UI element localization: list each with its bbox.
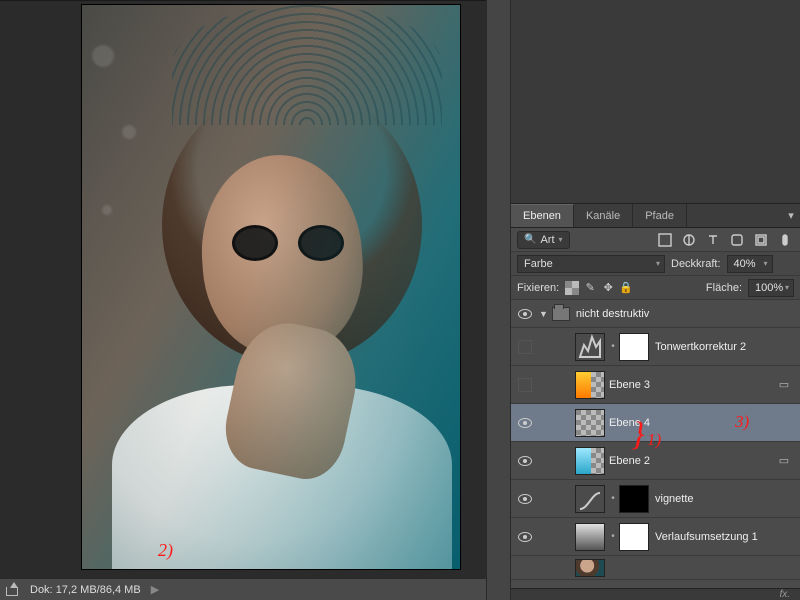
- layer-name[interactable]: Ebene 4: [609, 417, 794, 429]
- blend-opacity-row: Farbe ▾ Deckkraft: 40% ▾: [511, 252, 800, 276]
- lock-transparency-icon[interactable]: [565, 281, 579, 295]
- lock-all-icon[interactable]: 🔒: [619, 281, 633, 295]
- layers-panel-tabs: Ebenen Kanäle Pfade ▾: [511, 204, 800, 228]
- layer-thumb[interactable]: [575, 409, 605, 437]
- layer-name[interactable]: Tonwertkorrektur 2: [655, 341, 794, 353]
- status-chevron-icon[interactable]: ▶: [151, 583, 159, 596]
- layer-thumb[interactable]: [575, 447, 605, 475]
- canvas-area[interactable]: 2): [0, 0, 486, 578]
- group-disclosure-icon[interactable]: ▼: [539, 309, 548, 319]
- layer-mask-thumb[interactable]: [619, 485, 649, 513]
- layer-row-ebene4-selected[interactable]: Ebene 4: [511, 404, 800, 442]
- opacity-input[interactable]: 40% ▾: [727, 255, 773, 273]
- layer-linked-icon[interactable]: ▭: [774, 378, 794, 391]
- layer-linked-icon[interactable]: ▭: [774, 454, 794, 467]
- share-icon[interactable]: [6, 584, 20, 596]
- layer-thumb[interactable]: [575, 559, 605, 577]
- opacity-label: Deckkraft:: [671, 258, 721, 270]
- visibility-eye-icon[interactable]: [518, 309, 532, 319]
- lock-label: Fixieren:: [517, 282, 559, 294]
- lock-position-icon[interactable]: ✥: [601, 281, 615, 295]
- mask-link-icon[interactable]: •: [609, 531, 617, 542]
- chevron-down-icon: ▾: [764, 259, 768, 268]
- filter-type-icon[interactable]: [704, 231, 722, 249]
- layers-panel-footer: fx.: [511, 588, 800, 600]
- filter-toggle-icon[interactable]: [776, 231, 794, 249]
- layer-name[interactable]: Ebene 3: [609, 379, 774, 391]
- fill-input[interactable]: 100% ▾: [748, 279, 794, 297]
- filter-shape-icon[interactable]: [728, 231, 746, 249]
- layer-filter-row: 🔍 Art ▾: [511, 228, 800, 252]
- layer-mask-thumb[interactable]: [619, 333, 649, 361]
- layer-row-ebene2[interactable]: Ebene 2 ▭: [511, 442, 800, 480]
- layer-name[interactable]: nicht destruktiv: [576, 308, 794, 320]
- tab-channels[interactable]: Kanäle: [574, 204, 633, 227]
- layer-row-levels[interactable]: • Tonwertkorrektur 2: [511, 328, 800, 366]
- levels-adjustment-icon: [575, 333, 605, 361]
- layer-name[interactable]: Verlaufsumsetzung 1: [655, 531, 794, 543]
- visibility-eye-icon[interactable]: [518, 456, 532, 466]
- search-icon: 🔍: [524, 234, 536, 245]
- chevron-down-icon: ▾: [785, 283, 789, 292]
- opacity-value: 40%: [734, 258, 756, 270]
- layer-name[interactable]: Ebene 2: [609, 455, 774, 467]
- tab-paths[interactable]: Pfade: [633, 204, 687, 227]
- blend-mode-dropdown[interactable]: Farbe ▾: [517, 255, 665, 273]
- panel-gutter: [486, 0, 511, 600]
- fx-label[interactable]: fx.: [779, 589, 790, 600]
- tab-layers[interactable]: Ebenen: [511, 204, 574, 227]
- lock-pixels-icon[interactable]: ✎: [583, 281, 597, 295]
- curves-adjustment-icon: [575, 485, 605, 513]
- layer-row-gradientmap[interactable]: • Verlaufsumsetzung 1: [511, 518, 800, 556]
- folder-icon: [552, 307, 570, 321]
- fill-label: Fläche:: [706, 282, 742, 294]
- layer-thumb[interactable]: [575, 371, 605, 399]
- visibility-toggle-off[interactable]: [518, 340, 532, 354]
- mask-link-icon[interactable]: •: [609, 493, 617, 504]
- layers-list[interactable]: ▼ nicht destruktiv • Tonwertkorrektur 2 …: [511, 300, 800, 600]
- gradientmap-adjustment-icon: [575, 523, 605, 551]
- panel-menu-icon[interactable]: ▾: [782, 204, 800, 227]
- chevron-updown-icon: ▾: [559, 235, 563, 244]
- layer-row-partial[interactable]: [511, 556, 800, 580]
- layer-filter-kind-label: Art: [540, 234, 554, 246]
- status-bar: Dok: 17,2 MB/86,4 MB ▶: [0, 578, 486, 600]
- chevron-updown-icon: ▾: [656, 259, 660, 268]
- filter-pixel-icon[interactable]: [656, 231, 674, 249]
- lock-fill-row: Fixieren: ✎ ✥ 🔒 Fläche: 100% ▾: [511, 276, 800, 300]
- layer-group-row[interactable]: ▼ nicht destruktiv: [511, 300, 800, 328]
- annotation-2: 2): [158, 540, 173, 561]
- visibility-eye-icon[interactable]: [518, 418, 532, 428]
- mask-link-icon[interactable]: •: [609, 341, 617, 352]
- layer-row-ebene3[interactable]: Ebene 3 ▭: [511, 366, 800, 404]
- fill-value: 100%: [755, 282, 783, 294]
- layer-mask-thumb[interactable]: [619, 523, 649, 551]
- doc-size-label: Dok: 17,2 MB/86,4 MB: [30, 584, 141, 596]
- filter-adjustment-icon[interactable]: [680, 231, 698, 249]
- properties-preview-area: [511, 0, 800, 204]
- layer-name[interactable]: vignette: [655, 493, 794, 505]
- filter-smartobject-icon[interactable]: [752, 231, 770, 249]
- right-panel-column: Ebenen Kanäle Pfade ▾ 🔍 Art ▾ Farbe ▾ De…: [511, 0, 800, 600]
- visibility-eye-icon[interactable]: [518, 494, 532, 504]
- visibility-toggle-off[interactable]: [518, 378, 532, 392]
- layer-filter-kind-dropdown[interactable]: 🔍 Art ▾: [517, 231, 570, 249]
- blend-mode-value: Farbe: [524, 258, 553, 270]
- visibility-eye-icon[interactable]: [518, 532, 532, 542]
- layer-row-vignette[interactable]: • vignette: [511, 480, 800, 518]
- document-canvas[interactable]: 2): [82, 5, 460, 569]
